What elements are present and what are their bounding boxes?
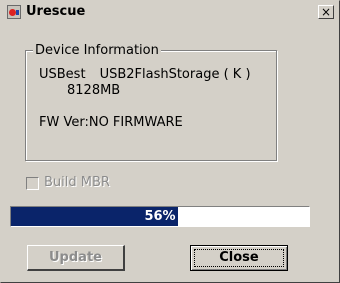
firmware-version: FW Ver:NO FIRMWARE — [39, 115, 183, 130]
title-bar[interactable]: Urescue × — [3, 3, 337, 21]
close-window-button[interactable]: × — [318, 5, 334, 19]
close-button[interactable]: Close — [190, 245, 288, 271]
device-name-line: USBest USB2FlashStorage ( K ) — [39, 67, 251, 83]
build-mbr-checkbox[interactable] — [26, 177, 39, 190]
device-product: USB2FlashStorage ( K ) — [99, 67, 251, 82]
close-icon: × — [320, 5, 332, 19]
urescue-window: Urescue × Device Information USBest USB2F… — [0, 0, 340, 283]
app-icon-plug — [16, 10, 19, 15]
close-button-label: Close — [219, 250, 259, 265]
build-mbr-label: Build MBR — [44, 175, 110, 190]
update-button[interactable]: Update — [27, 245, 125, 271]
device-capacity: 8128MB — [67, 83, 121, 98]
app-icon[interactable] — [7, 5, 21, 19]
app-icon-disk — [9, 9, 16, 16]
device-vendor: USBest — [39, 67, 86, 82]
progress-bar: 56% — [10, 206, 310, 227]
device-information-title: Device Information — [33, 43, 161, 58]
progress-percent: 56% — [144, 209, 176, 224]
window-title: Urescue — [26, 4, 86, 19]
